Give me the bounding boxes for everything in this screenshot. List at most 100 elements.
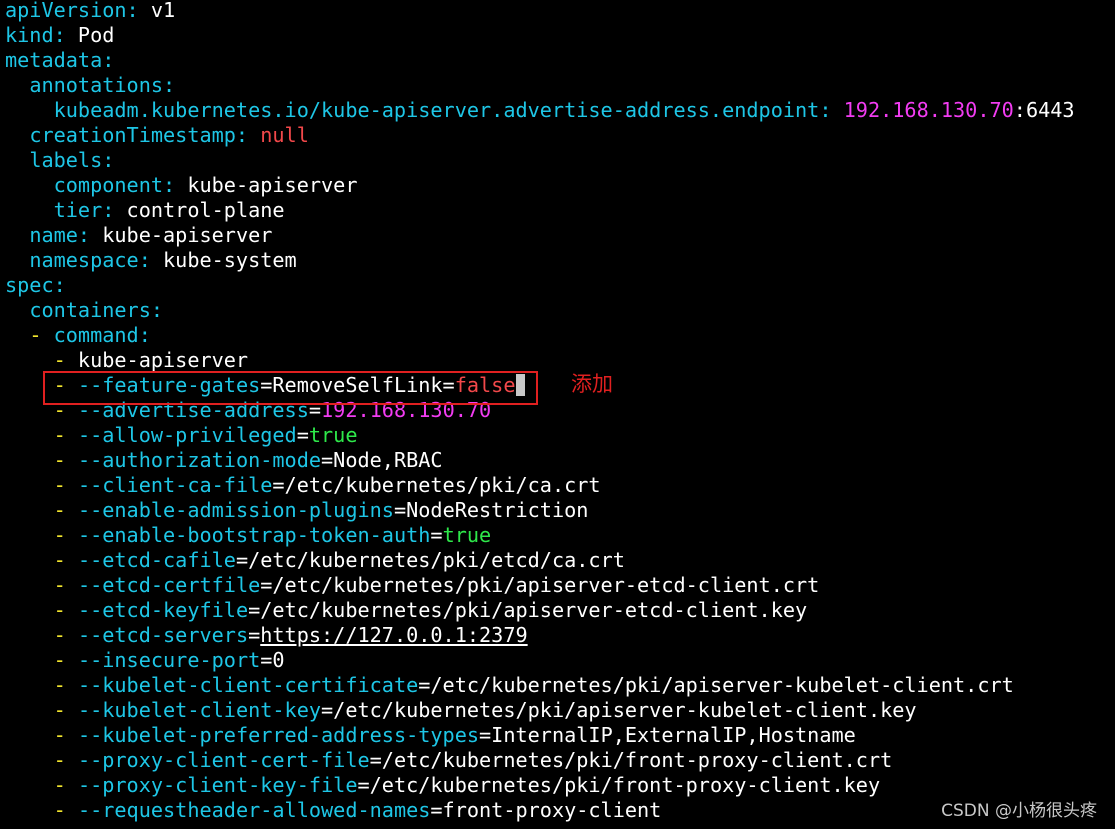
code-token: kube-apiserver: [90, 223, 273, 247]
code-line[interactable]: - command:: [5, 323, 151, 348]
code-token: =InternalIP,ExternalIP,Hostname: [479, 723, 856, 747]
code-token: -: [53, 523, 66, 547]
code-line[interactable]: spec:: [5, 273, 66, 298]
code-token: --etcd-keyfile: [77, 598, 249, 622]
code-token: --insecure-port: [77, 648, 261, 672]
code-line[interactable]: - --kubelet-preferred-address-types=Inte…: [5, 723, 856, 748]
highlight-box: [43, 371, 538, 405]
code-line[interactable]: - --enable-admission-plugins=NodeRestric…: [5, 498, 589, 523]
code-line[interactable]: - --etcd-servers=https://127.0.0.1:2379: [5, 623, 528, 648]
code-line[interactable]: - kube-apiserver: [5, 348, 248, 373]
code-line[interactable]: - --client-ca-file=/etc/kubernetes/pki/c…: [5, 473, 601, 498]
code-token: =/etc/kubernetes/pki/etcd/ca.crt: [235, 548, 625, 572]
code-line[interactable]: - --etcd-keyfile=/etc/kubernetes/pki/api…: [5, 598, 808, 623]
code-token: 192.168.130.70: [843, 98, 1014, 122]
yaml-editor[interactable]: apiVersion: v1 kind: Pod metadata: annotat…: [0, 0, 1115, 829]
code-token: --kubelet-client-key: [77, 698, 322, 722]
code-token: spec:: [5, 273, 66, 297]
code-token: tier:: [53, 198, 115, 222]
code-token: =NodeRestriction: [393, 498, 589, 522]
code-line[interactable]: name: kube-apiserver: [5, 223, 272, 248]
code-token: kube-system: [150, 248, 297, 272]
code-token: creationTimestamp:: [29, 123, 249, 147]
code-token: kube-apiserver: [65, 348, 249, 372]
code-line[interactable]: - --etcd-cafile=/etc/kubernetes/pki/etcd…: [5, 548, 625, 573]
code-line[interactable]: tier: control-plane: [5, 198, 285, 223]
code-token: -: [53, 598, 66, 622]
code-token: --proxy-client-cert-file: [77, 748, 370, 772]
code-token: =/etc/kubernetes/pki/apiserver-kubelet-c…: [418, 673, 1014, 697]
code-line[interactable]: component: kube-apiserver: [5, 173, 358, 198]
code-line[interactable]: containers:: [5, 298, 163, 323]
code-line[interactable]: labels:: [5, 148, 114, 173]
code-token: -: [53, 423, 66, 447]
code-token: =/etc/kubernetes/pki/apiserver-etcd-clie…: [260, 573, 820, 597]
code-line[interactable]: - --enable-bootstrap-token-auth=true: [5, 523, 492, 548]
code-line[interactable]: metadata:: [5, 48, 114, 73]
code-token: control-plane: [114, 198, 285, 222]
code-token: v1: [138, 0, 176, 22]
code-token: -: [53, 573, 66, 597]
code-token: -: [53, 548, 66, 572]
code-line[interactable]: - --proxy-client-cert-file=/etc/kubernet…: [5, 748, 893, 773]
code-line[interactable]: - --insecure-port=0: [5, 648, 285, 673]
code-token: :6443: [1013, 98, 1075, 122]
code-token: -: [53, 723, 66, 747]
code-line[interactable]: - --allow-privileged=true: [5, 423, 358, 448]
code-token: -: [53, 673, 66, 697]
code-line[interactable]: apiVersion: v1: [5, 0, 175, 23]
code-token: --etcd-servers: [77, 623, 249, 647]
annotation-label: 添加: [571, 372, 613, 396]
code-token: -: [53, 698, 66, 722]
code-line[interactable]: annotations:: [5, 73, 175, 98]
code-line[interactable]: - --proxy-client-key-file=/etc/kubernete…: [5, 773, 880, 798]
code-line[interactable]: - --requestheader-allowed-names=front-pr…: [5, 798, 662, 823]
code-token: -: [53, 798, 66, 822]
code-token: =0: [260, 648, 285, 672]
code-token: =: [430, 523, 443, 547]
code-line[interactable]: - --etcd-certfile=/etc/kubernetes/pki/ap…: [5, 573, 820, 598]
code-token: --proxy-client-key-file: [77, 773, 358, 797]
code-line[interactable]: kind: Pod: [5, 23, 114, 48]
code-line[interactable]: creationTimestamp: null: [5, 123, 309, 148]
code-line[interactable]: - --authorization-mode=Node,RBAC: [5, 448, 443, 473]
code-token: =/etc/kubernetes/pki/apiserver-kubelet-c…: [321, 698, 917, 722]
code-token: -: [53, 348, 66, 372]
code-token: name:: [29, 223, 91, 247]
code-line[interactable]: kubeadm.kubernetes.io/kube-apiserver.adv…: [5, 98, 1075, 123]
watermark: CSDN @小杨很头疼: [941, 801, 1097, 821]
code-token: kube-apiserver: [175, 173, 358, 197]
code-line[interactable]: namespace: kube-system: [5, 248, 297, 273]
code-line[interactable]: - --kubelet-client-certificate=/etc/kube…: [5, 673, 1014, 698]
code-token: -: [53, 648, 66, 672]
code-token: kubeadm.kubernetes.io/kube-apiserver.adv…: [53, 98, 832, 122]
code-token: null: [260, 123, 309, 147]
code-line[interactable]: - --kubelet-client-key=/etc/kubernetes/p…: [5, 698, 917, 723]
